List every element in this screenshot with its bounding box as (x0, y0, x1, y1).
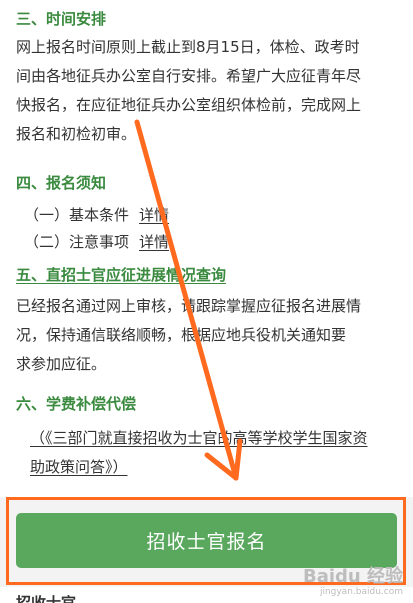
notes-item-label: （二）注意事项 (24, 233, 130, 251)
paragraph-line: 间由各地征兵办公室自行安排。希望广大应征青年尽 (16, 67, 362, 85)
paragraph-line: 快报名，在应征地征兵办公室组织体检前，完成网上 (16, 96, 362, 114)
paragraph-line: 网上报名时间原则上截止到8月15日，体检、政考时 (16, 38, 360, 56)
paragraph-line: 求参加应征。 (16, 355, 107, 373)
progress-paragraph: 已经报名通过网上审核，请跟踪掌握应征报名进展情 况，保持通信联络顺畅，根据应地兵… (16, 292, 408, 379)
section-heading-enrollment-notes: 四、报名须知 (16, 174, 107, 192)
section-heading-tuition: 六、学费补偿代偿 (16, 395, 137, 413)
notes-item-label: （一）基本条件 (24, 206, 130, 224)
basic-conditions-details-link[interactable]: 详情 (139, 204, 169, 225)
paragraph-line: 报名和初检初审。 (16, 125, 137, 143)
watermark-url: jingyan.baidu.com (319, 587, 403, 597)
notes-item-basic: （一）基本条件 详情 (24, 204, 169, 225)
paragraph-line: 况，保持通信联络顺畅，根据应地兵役机关通知要 (16, 326, 347, 344)
paragraph-line: 已经报名通过网上审核，请跟踪掌握应征报名进展情 (16, 297, 362, 315)
highlight-frame (6, 497, 406, 585)
precautions-details-link[interactable]: 详情 (139, 231, 169, 252)
progress-query-link[interactable]: 五、直招士官应征进展情况查询 (16, 266, 226, 284)
notes-item-precautions: （二）注意事项 详情 (24, 231, 169, 252)
policy-line[interactable]: （《三部门就直接招收为士官的高等学校学生国家资 (30, 424, 405, 453)
schedule-paragraph: 网上报名时间原则上截止到8月15日，体检、政考时 间由各地征兵办公室自行安排。希… (16, 33, 408, 149)
section-heading-progress-query: 五、直招士官应征进展情况查询 (16, 264, 226, 285)
section-heading-schedule: 三、时间安排 (16, 10, 107, 28)
policy-qa-link[interactable]: （《三部门就直接招收为士官的高等学校学生国家资 助政策问答》） (30, 424, 405, 482)
policy-line[interactable]: 助政策问答》） (30, 453, 405, 482)
next-section-heading: 招收士官 (16, 594, 77, 603)
